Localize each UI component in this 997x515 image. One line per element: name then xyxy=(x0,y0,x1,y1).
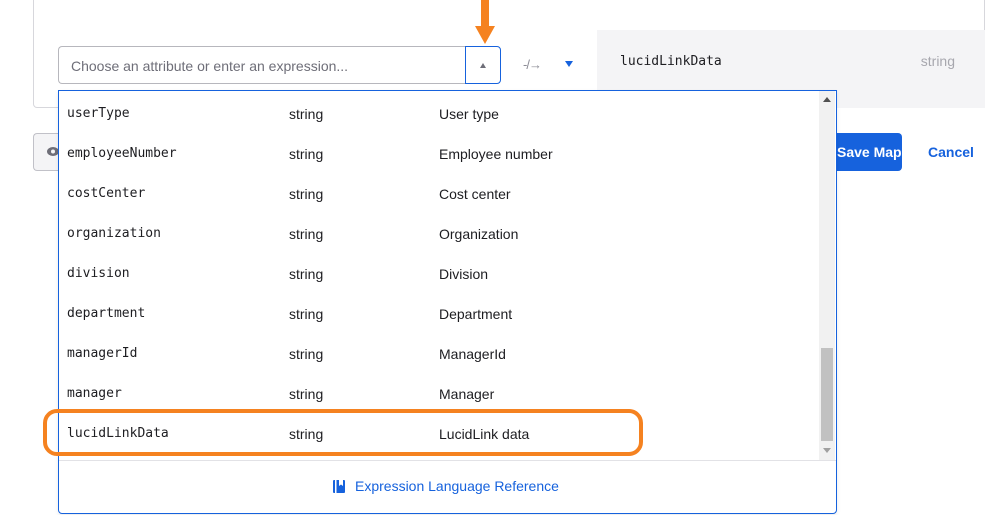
scroll-up-icon[interactable] xyxy=(823,97,831,102)
attribute-name: lucidLinkData xyxy=(67,426,169,441)
attribute-option-organization[interactable]: organization string Organization xyxy=(59,215,819,255)
attribute-option-manager[interactable]: manager string Manager xyxy=(59,375,819,415)
attribute-dropdown-toggle[interactable] xyxy=(465,46,501,84)
attribute-type: string xyxy=(289,426,324,442)
target-attribute-name: lucidLinkData xyxy=(620,54,722,69)
attribute-option-division[interactable]: division string Division xyxy=(59,255,819,295)
attribute-type: string xyxy=(289,306,324,322)
dropdown-scrollbar[interactable] xyxy=(819,91,835,460)
expression-input[interactable]: Choose an attribute or enter an expressi… xyxy=(58,46,466,84)
attribute-dropdown: userType string User type employeeNumber… xyxy=(58,90,837,514)
target-attribute-type: string xyxy=(920,53,955,69)
expression-language-reference-link[interactable]: Expression Language Reference xyxy=(333,478,559,494)
attribute-label: ManagerId xyxy=(439,346,506,362)
attribute-name: department xyxy=(67,306,146,321)
attribute-label: Manager xyxy=(439,386,495,402)
attribute-name: manager xyxy=(67,386,122,401)
scrollbar-thumb[interactable] xyxy=(821,348,833,441)
attribute-option-department[interactable]: department string Department xyxy=(59,295,819,335)
attribute-label: Employee number xyxy=(439,146,553,162)
attribute-option-lucidLinkData[interactable]: lucidLinkData string LucidLink data xyxy=(59,415,819,455)
apply-on-dropdown-icon[interactable] xyxy=(565,61,573,67)
attribute-option-costCenter[interactable]: costCenter string Cost center xyxy=(59,175,819,215)
attribute-label: Organization xyxy=(439,226,519,242)
attribute-label: Department xyxy=(439,306,513,322)
attribute-type: string xyxy=(289,146,324,162)
attribute-option-managerId[interactable]: managerId string ManagerId xyxy=(59,335,819,375)
cancel-button[interactable]: Cancel xyxy=(928,144,974,160)
attribute-name: organization xyxy=(67,226,161,241)
attribute-name: managerId xyxy=(67,346,138,361)
attribute-list: userType string User type employeeNumber… xyxy=(59,95,819,455)
attribute-type: string xyxy=(289,346,324,362)
attribute-label: Cost center xyxy=(439,186,511,202)
attribute-option-userType[interactable]: userType string User type xyxy=(59,95,819,135)
annotation-arrow-icon xyxy=(475,0,495,44)
attribute-type: string xyxy=(289,386,324,402)
attribute-label: Division xyxy=(439,266,489,282)
attribute-label: User type xyxy=(439,106,499,122)
attribute-type: string xyxy=(289,106,324,122)
attribute-name: userType xyxy=(67,106,130,121)
attribute-label: LucidLink data xyxy=(439,426,530,442)
scroll-down-icon[interactable] xyxy=(823,448,831,453)
attribute-name: costCenter xyxy=(67,186,146,201)
apply-on-arrow-icon: -/→ xyxy=(523,57,542,72)
caret-up-icon xyxy=(480,62,486,68)
attribute-option-employeeNumber[interactable]: employeeNumber string Employee number xyxy=(59,135,819,175)
attribute-type: string xyxy=(289,226,324,242)
attribute-name: division xyxy=(67,266,130,281)
reference-link-label: Expression Language Reference xyxy=(355,478,559,494)
book-icon xyxy=(333,479,345,493)
attribute-type: string xyxy=(289,186,324,202)
attribute-type: string xyxy=(289,266,324,282)
dropdown-footer: Expression Language Reference xyxy=(59,460,836,513)
attribute-name: employeeNumber xyxy=(67,146,177,161)
